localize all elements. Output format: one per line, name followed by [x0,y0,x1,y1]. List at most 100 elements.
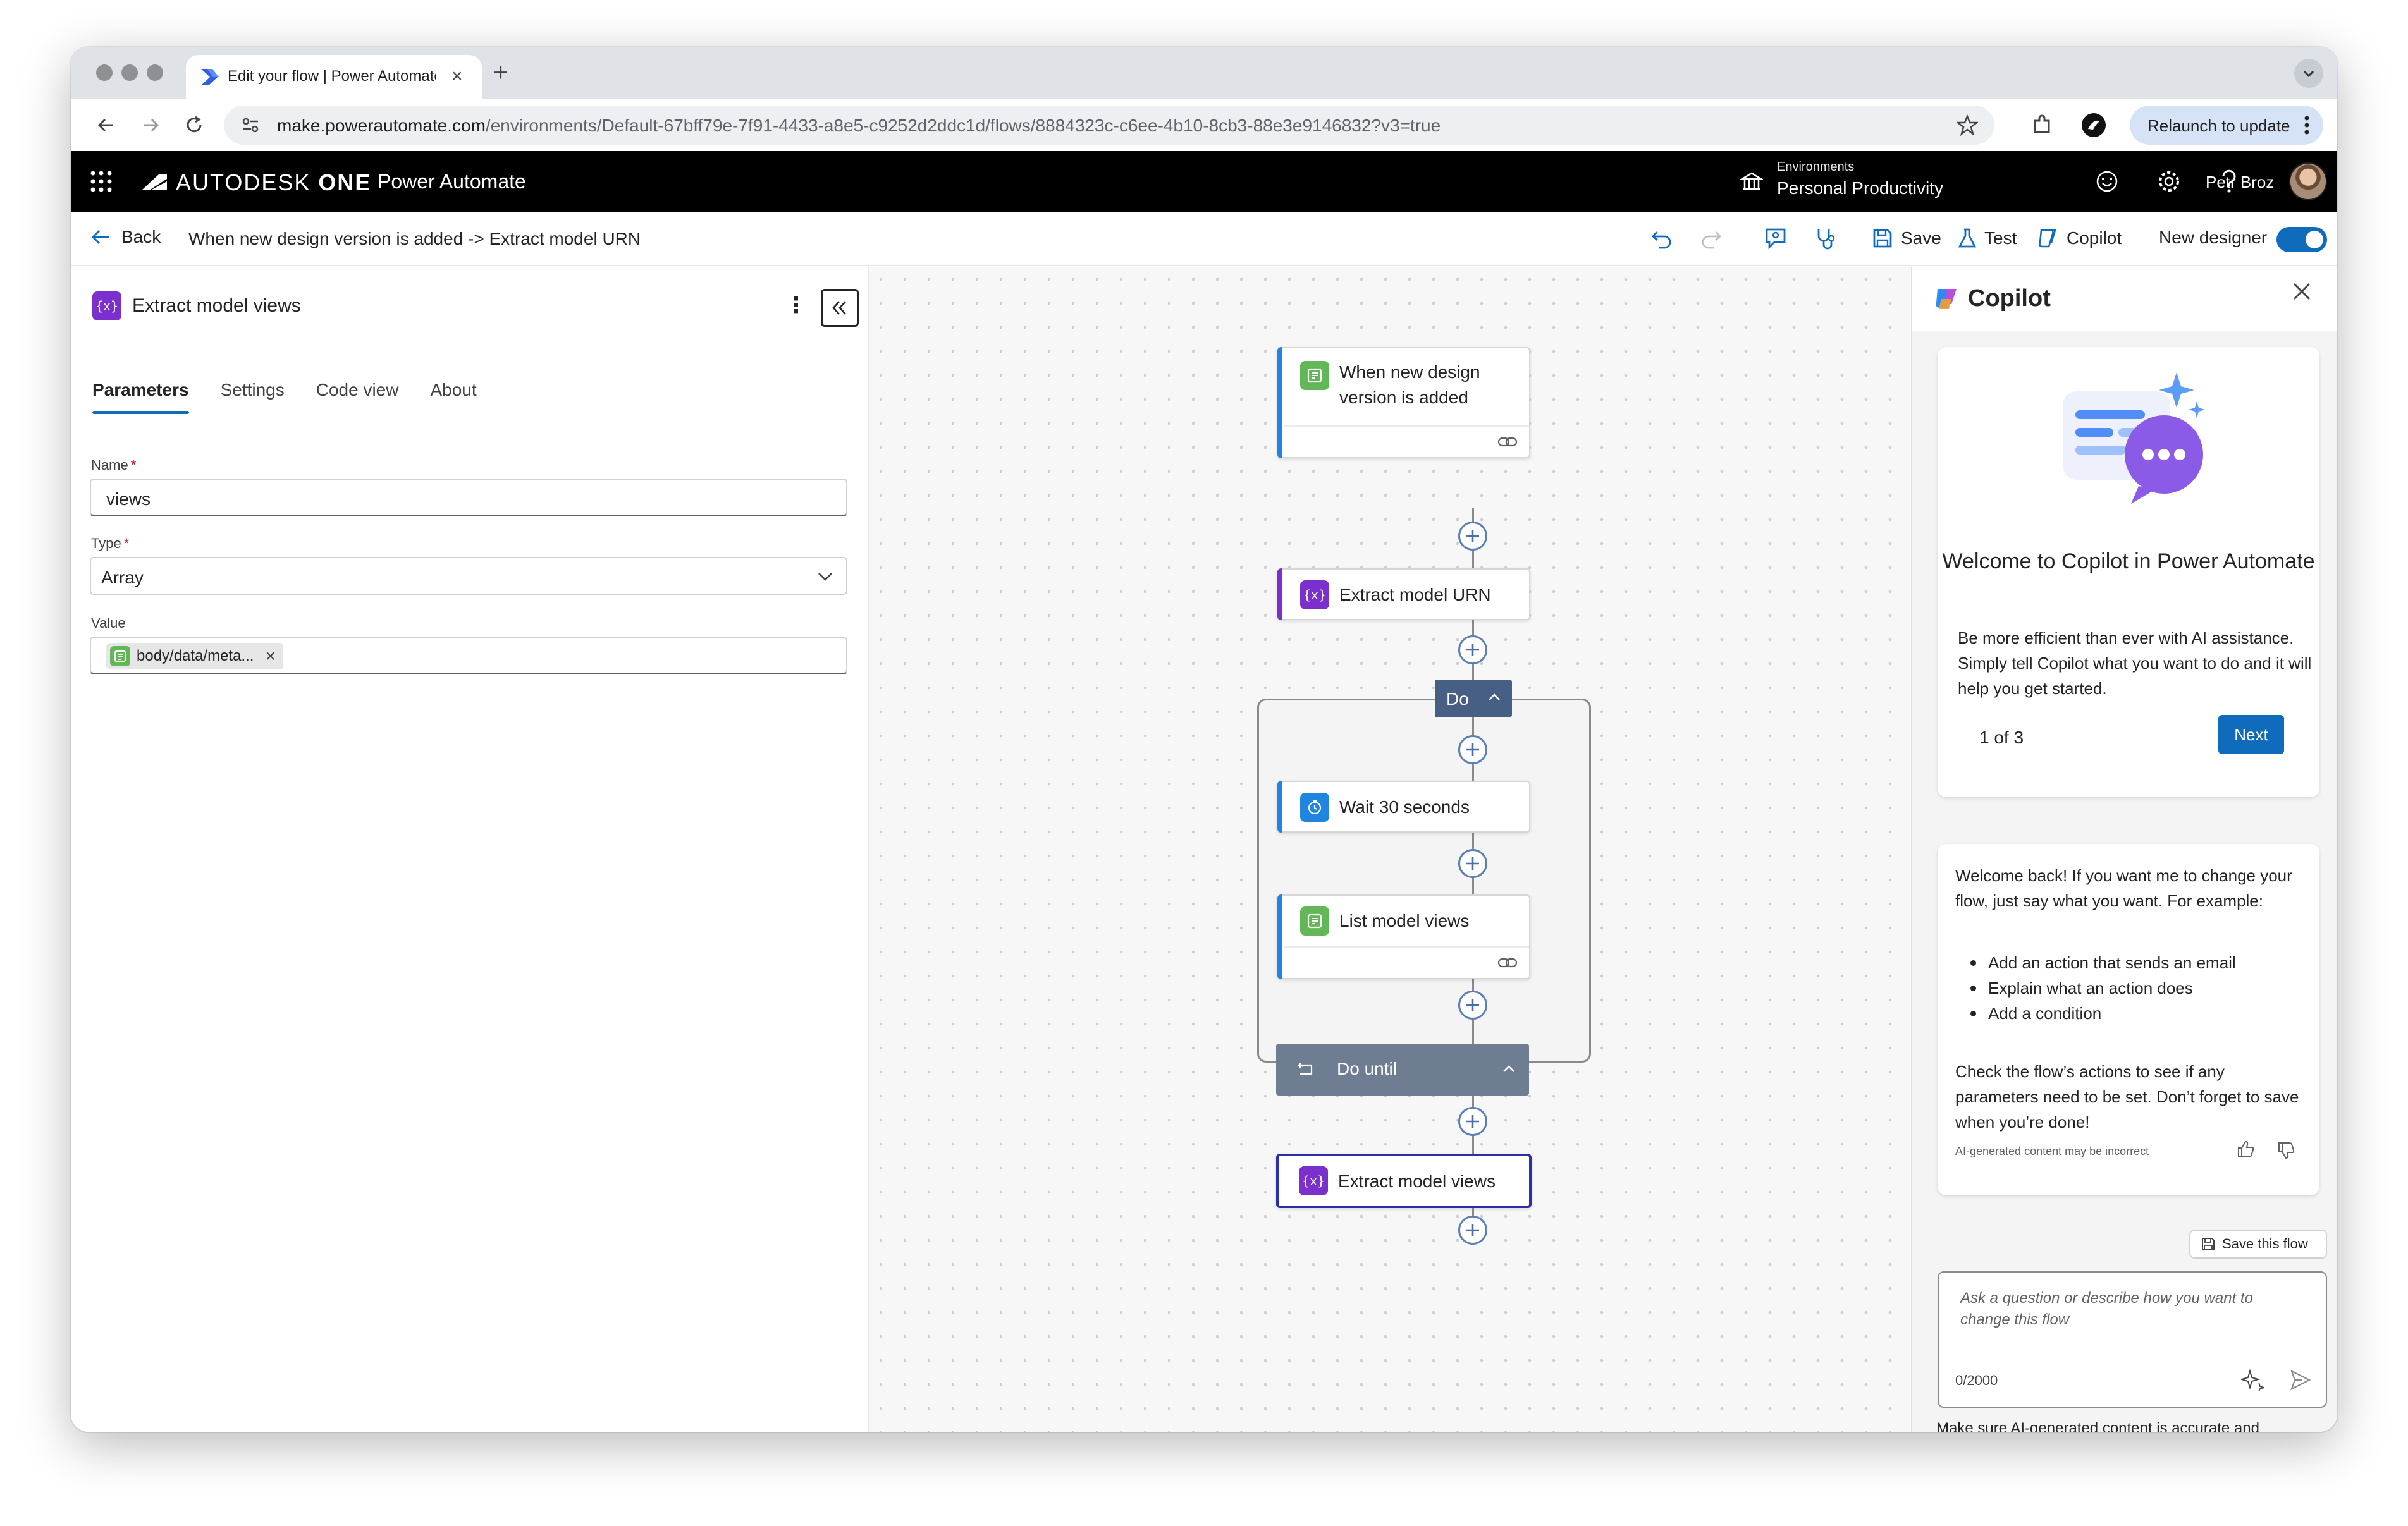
token-label: body/data/meta... [137,647,254,664]
do-until-header[interactable]: Do until [1276,1044,1529,1096]
type-dropdown[interactable]: Array [90,557,847,595]
copilot-welcome-card: Welcome to Copilot in Power Automate Be … [1938,347,2319,797]
link-icon[interactable] [1497,955,1518,970]
insert-step-plus-icon[interactable] [1458,635,1487,664]
type-dropdown-value: Array [101,568,144,587]
insert-step-plus-icon[interactable] [1458,1107,1487,1136]
trigger-card[interactable]: When new design version is added [1277,347,1530,458]
copilot-logo-icon [1932,285,1960,313]
type-field-label: Type * [91,535,129,552]
copilot-prompt-input[interactable]: Ask a question or describe how you want … [1938,1271,2327,1408]
do-scope-container[interactable] [1257,699,1591,1063]
test-button[interactable]: Test [1958,228,2017,249]
chevron-up-icon[interactable] [1487,691,1502,704]
value-input[interactable]: body/data/meta... × [90,637,847,674]
tab-parameters[interactable]: Parameters [92,380,189,414]
tab-settings[interactable]: Settings [221,380,285,414]
user-avatar[interactable] [2289,162,2327,200]
chevron-up-icon[interactable] [1501,1063,1516,1075]
dynamic-content-token[interactable]: body/data/meta... × [106,643,283,669]
welcome-text: Be more efficient than ever with AI assi… [1958,628,2312,698]
minimize-window-dot[interactable] [121,64,138,81]
extract-model-urn-card[interactable]: {x} Extract model URN [1277,568,1530,620]
chevron-down-icon [816,568,835,585]
list-model-views-title: List model views [1339,911,1470,931]
new-tab-icon[interactable]: + [493,59,508,87]
settings-gear-icon[interactable] [2156,169,2182,194]
extract-model-views-card[interactable]: {x} Extract model views [1276,1154,1532,1208]
link-icon[interactable] [1497,434,1518,449]
profile-extension-icon[interactable] [2080,112,2107,138]
relaunch-label: Relaunch to update [2147,116,2290,135]
site-settings-icon[interactable] [240,116,261,135]
more-options-icon[interactable]: ⋮ [785,293,807,318]
copilot-title: Copilot [1968,285,2051,312]
required-marker: * [130,457,137,473]
copilot-header: Copilot [1912,267,2337,331]
save-button[interactable]: Save [1872,228,1941,249]
product-name[interactable]: Power Automate [378,170,526,193]
next-button[interactable]: Next [2218,715,2284,754]
tab-search-button[interactable] [2294,59,2323,88]
relaunch-to-update-button[interactable]: Relaunch to update [2130,106,2323,145]
connector-icon [1300,361,1329,390]
collapse-panel-button[interactable] [821,289,859,327]
zoom-window-dot[interactable] [147,64,163,81]
remove-token-icon[interactable]: × [265,646,275,666]
app-launcher-waffle-icon[interactable] [90,170,113,193]
copilot-button[interactable]: Copilot [2036,228,2122,249]
wait-card[interactable]: Wait 30 seconds [1277,781,1530,833]
browser-window: Edit your flow | Power Automate × + make… [71,47,2337,1432]
test-flask-icon [1958,228,1977,248]
close-icon[interactable] [2292,281,2312,302]
insert-step-plus-icon[interactable] [1458,735,1487,764]
copilot-message-card: Welcome back! If you want me to change y… [1938,844,2319,1195]
feedback-smiley-icon[interactable] [2096,170,2118,193]
brand-light: AUTODESK [176,169,311,195]
url-path: /environments/Default-67bff79e-7f91-4433… [485,116,1441,135]
tab-code-view[interactable]: Code view [316,380,399,414]
back-arrow-icon[interactable] [95,114,116,136]
extensions-icon[interactable] [2030,113,2054,137]
timer-icon [1300,793,1329,822]
environment-picker[interactable]: Environments Personal Productivity [1777,160,1943,198]
browser-tab-active[interactable]: Edit your flow | Power Automate × [186,55,482,99]
value-field-label: Value [91,615,126,631]
insert-step-plus-icon[interactable] [1458,1216,1487,1245]
more-vertical-icon [2304,116,2309,135]
list-model-views-card[interactable]: List model views [1277,894,1530,979]
message-intro: Welcome back! If you want me to change y… [1955,866,2292,910]
address-bar[interactable]: make.powerautomate.com/environments/Defa… [224,106,1994,145]
card-accent-bar [1277,568,1282,620]
save-this-flow-label: Save this flow [2222,1236,2308,1252]
tab-close-icon[interactable]: × [452,65,463,88]
insert-step-plus-icon[interactable] [1458,522,1487,551]
close-window-dot[interactable] [96,64,113,81]
undo-icon[interactable] [1650,228,1673,250]
flow-checker-icon[interactable] [1814,227,1839,251]
sparkle-suggestions-icon[interactable] [2241,1369,2264,1391]
tab-about[interactable]: About [430,380,476,414]
thumbs-down-icon[interactable] [2276,1141,2295,1160]
character-counter: 0/2000 [1955,1372,1998,1388]
redo-icon[interactable] [1700,228,1723,250]
user-name[interactable]: Petr Broz [2206,173,2274,192]
insert-step-plus-icon[interactable] [1458,849,1487,878]
forward-arrow-icon[interactable] [140,114,162,136]
insert-step-plus-icon[interactable] [1458,991,1487,1020]
name-input[interactable]: views [90,479,847,516]
list-item: Add a condition [1970,1001,2236,1026]
send-icon[interactable] [2289,1369,2312,1391]
bookmark-star-icon[interactable] [1956,114,1978,136]
panel-tabs: Parameters Settings Code view About [92,380,477,414]
panel-title[interactable]: Extract model views [132,295,301,317]
thumbs-up-icon[interactable] [2236,1140,2255,1159]
brand-name[interactable]: AUTODESK ONE [176,169,371,196]
back-button[interactable]: Back [90,227,161,247]
flow-name[interactable]: When new design version is added -> Extr… [188,229,641,249]
save-this-flow-button[interactable]: Save this flow [2189,1230,2327,1259]
comments-icon[interactable] [1763,227,1788,251]
do-scope-header[interactable]: Do [1435,680,1512,717]
new-designer-toggle[interactable] [2276,227,2327,252]
reload-icon[interactable] [183,114,205,136]
